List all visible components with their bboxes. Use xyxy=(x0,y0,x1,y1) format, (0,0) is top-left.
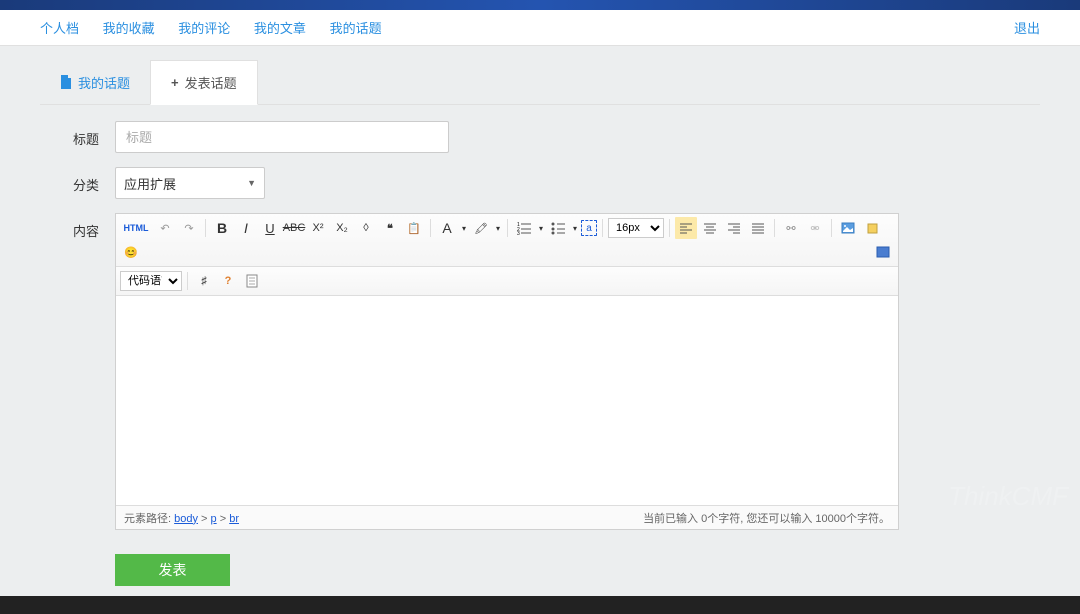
editor-status-bar: 元素路径: body > p > br 当前已输入 0个字符, 您还可以输入 1… xyxy=(116,505,898,529)
svg-text:3: 3 xyxy=(517,231,520,235)
help-icon[interactable]: ? xyxy=(217,270,239,292)
tab-label: 发表话题 xyxy=(185,73,237,92)
ordered-list-icon[interactable]: 123 xyxy=(513,217,535,239)
nav-profile[interactable]: 个人档 xyxy=(40,21,79,36)
emoji-icon[interactable]: 😊 xyxy=(120,241,142,263)
top-nav-left: 个人档 我的收藏 我的评论 我的文章 我的话题 xyxy=(40,18,402,37)
align-left-icon[interactable] xyxy=(675,217,697,239)
blockquote-icon[interactable]: ❝ xyxy=(379,217,401,239)
font-size-select[interactable]: 16px xyxy=(608,218,664,238)
align-justify-icon[interactable] xyxy=(747,217,769,239)
editor-canvas[interactable] xyxy=(116,296,898,505)
category-label: 分类 xyxy=(40,167,115,199)
unordered-list-icon[interactable] xyxy=(547,217,569,239)
header-banner xyxy=(0,0,1080,10)
strikethrough-icon[interactable]: ABC xyxy=(283,217,305,239)
tab-bar: 我的话题 + 发表话题 xyxy=(40,60,1040,105)
submit-button[interactable]: 发表 xyxy=(115,554,230,586)
unlink-icon[interactable]: ⚮ xyxy=(804,217,826,239)
chevron-down-icon: ▼ xyxy=(247,178,256,188)
tab-my-topics[interactable]: 我的话题 xyxy=(40,60,150,104)
char-counter: 当前已输入 0个字符, 您还可以输入 10000个字符。 xyxy=(643,510,890,526)
highlight-icon[interactable]: 🖍 xyxy=(470,217,492,239)
page-footer xyxy=(0,596,1080,614)
editor-toolbar-row1: HTML ↶ ↷ B I U ABC X² X₂ ◊ ❝ 📋 A ▾ 🖍 xyxy=(116,214,898,267)
nav-comments[interactable]: 我的评论 xyxy=(178,21,230,36)
page-icon[interactable] xyxy=(241,270,263,292)
path-body[interactable]: body xyxy=(174,513,198,525)
italic-icon[interactable]: I xyxy=(235,217,257,239)
plus-icon: + xyxy=(171,75,179,90)
category-select[interactable]: 应用扩展 ▼ xyxy=(115,167,265,199)
html-source-button[interactable]: HTML xyxy=(120,217,152,239)
align-center-icon[interactable] xyxy=(699,217,721,239)
editor-toolbar-row2: 代码语言 ♯ ? xyxy=(116,267,898,296)
underline-icon[interactable]: U xyxy=(259,217,281,239)
title-label: 标题 xyxy=(40,121,115,153)
tab-label: 我的话题 xyxy=(78,73,130,92)
main-content: 我的话题 + 发表话题 标题 分类 应用扩展 ▼ 内容 HTML ↶ ↷ xyxy=(40,60,1040,586)
image-icon[interactable] xyxy=(837,217,859,239)
ol-dropdown-icon[interactable]: ▾ xyxy=(537,217,545,239)
bold-icon[interactable]: B xyxy=(211,217,233,239)
top-nav: 个人档 我的收藏 我的评论 我的文章 我的话题 退出 xyxy=(0,10,1080,46)
eraser-icon[interactable]: ◊ xyxy=(355,217,377,239)
superscript-icon[interactable]: X² xyxy=(307,217,329,239)
document-icon xyxy=(60,75,72,89)
category-value: 应用扩展 xyxy=(124,174,176,193)
code-language-select[interactable]: 代码语言 xyxy=(120,271,182,291)
element-path: 元素路径: body > p > br xyxy=(124,510,239,526)
topic-form: 标题 分类 应用扩展 ▼ 内容 HTML ↶ ↷ B I U A xyxy=(40,121,1040,586)
align-right-icon[interactable] xyxy=(723,217,745,239)
anchor-icon[interactable]: ♯ xyxy=(193,270,215,292)
rich-text-editor: HTML ↶ ↷ B I U ABC X² X₂ ◊ ❝ 📋 A ▾ 🖍 xyxy=(115,213,899,530)
nav-topics[interactable]: 我的话题 xyxy=(330,21,382,36)
link-icon[interactable]: ⚯ xyxy=(780,217,802,239)
nav-favorites[interactable]: 我的收藏 xyxy=(103,21,155,36)
path-br[interactable]: br xyxy=(229,513,239,525)
fullscreen-icon[interactable] xyxy=(872,241,894,263)
subscript-icon[interactable]: X₂ xyxy=(331,217,353,239)
attachment-icon[interactable] xyxy=(861,217,883,239)
paste-icon[interactable]: 📋 xyxy=(403,217,425,239)
title-input[interactable] xyxy=(115,121,449,153)
nav-articles[interactable]: 我的文章 xyxy=(254,21,306,36)
select-all-icon[interactable]: a xyxy=(581,220,597,236)
ul-dropdown-icon[interactable]: ▾ xyxy=(571,217,579,239)
undo-icon[interactable]: ↶ xyxy=(154,217,176,239)
nav-logout[interactable]: 退出 xyxy=(1014,21,1040,36)
font-color-dropdown-icon[interactable]: ▾ xyxy=(460,217,468,239)
tab-post-topic[interactable]: + 发表话题 xyxy=(150,60,258,105)
redo-icon[interactable]: ↷ xyxy=(178,217,200,239)
font-color-icon[interactable]: A xyxy=(436,217,458,239)
highlight-dropdown-icon[interactable]: ▾ xyxy=(494,217,502,239)
content-label: 内容 xyxy=(40,213,115,530)
